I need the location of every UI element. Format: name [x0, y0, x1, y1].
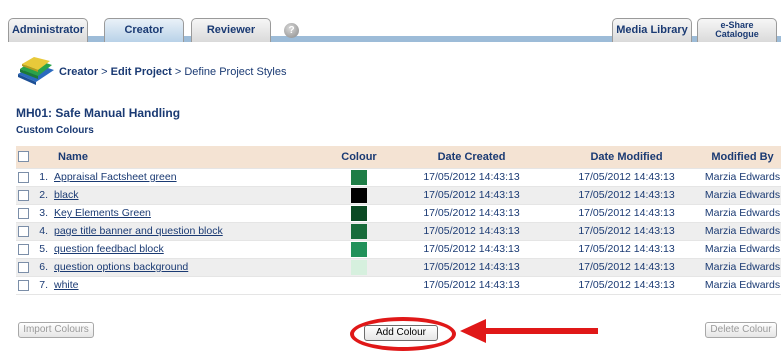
- breadcrumb-sep: >: [98, 66, 111, 78]
- row-number: 3.: [36, 203, 54, 222]
- date-created: 17/05/2012 14:43:13: [394, 185, 549, 204]
- annotation-arrow-line: [483, 328, 598, 334]
- date-created: 17/05/2012 14:43:13: [394, 221, 549, 240]
- modified-by: Marzia Edwards: [704, 275, 781, 295]
- table-row: 2. black 17/05/2012 14:43:13 17/05/2012 …: [16, 185, 781, 204]
- header-colour[interactable]: Colour: [324, 146, 394, 168]
- section-title: Custom Colours: [16, 125, 94, 136]
- colour-name-link[interactable]: page title banner and question block: [54, 225, 223, 237]
- table-row: 6. question options background 17/05/201…: [16, 257, 781, 276]
- custom-colours-table: Name Colour Date Created Date Modified M…: [16, 146, 781, 295]
- row-number: 2.: [36, 185, 54, 204]
- header-date-modified[interactable]: Date Modified: [549, 146, 704, 168]
- row-number: 5.: [36, 239, 54, 258]
- breadcrumb: Creator > Edit Project > Define Project …: [59, 66, 286, 78]
- header-name[interactable]: Name: [36, 146, 324, 168]
- select-all-checkbox[interactable]: [18, 151, 29, 163]
- row-checkbox[interactable]: [18, 171, 29, 183]
- colour-name-link[interactable]: black: [54, 189, 79, 201]
- date-created: 17/05/2012 14:43:13: [394, 167, 549, 186]
- breadcrumb-edit-project[interactable]: Edit Project: [111, 66, 172, 78]
- row-number: 1.: [36, 167, 54, 186]
- row-checkbox[interactable]: [18, 225, 29, 237]
- tab-media-library[interactable]: Media Library: [612, 18, 692, 42]
- modified-by: Marzia Edwards: [704, 257, 781, 276]
- colour-swatch: [351, 223, 367, 239]
- date-modified: 17/05/2012 14:43:13: [549, 203, 704, 222]
- header-modified-by[interactable]: Modified By: [704, 146, 781, 168]
- colour-name-link[interactable]: question options background: [54, 261, 188, 273]
- import-colours-button[interactable]: Import Colours: [18, 322, 94, 338]
- colour-swatch: [351, 241, 367, 257]
- table-row: 4. page title banner and question block …: [16, 221, 781, 240]
- modified-by: Marzia Edwards: [704, 221, 781, 240]
- header-date-created[interactable]: Date Created: [394, 146, 549, 168]
- delete-colour-button[interactable]: Delete Colour: [705, 322, 777, 338]
- breadcrumb-current: Define Project Styles: [184, 66, 287, 78]
- colour-swatch: [351, 205, 367, 221]
- colour-name-link[interactable]: Appraisal Factsheet green: [54, 171, 177, 183]
- tab-creator[interactable]: Creator: [104, 18, 184, 42]
- date-modified: 17/05/2012 14:43:13: [549, 221, 704, 240]
- tab-reviewer[interactable]: Reviewer: [191, 18, 271, 42]
- table-row: 3. Key Elements Green 17/05/2012 14:43:1…: [16, 203, 781, 222]
- table-row: 5. question feedbacl block 17/05/2012 14…: [16, 239, 781, 258]
- row-checkbox[interactable]: [18, 261, 29, 273]
- date-created: 17/05/2012 14:43:13: [394, 275, 549, 295]
- date-modified: 17/05/2012 14:43:13: [549, 257, 704, 276]
- annotation-circle: [350, 317, 456, 351]
- date-modified: 17/05/2012 14:43:13: [549, 275, 704, 295]
- table-row: 7. white 17/05/2012 14:43:13 17/05/2012 …: [16, 275, 781, 295]
- modified-by: Marzia Edwards: [704, 203, 781, 222]
- breadcrumb-creator[interactable]: Creator: [59, 66, 98, 78]
- row-checkbox[interactable]: [18, 189, 29, 201]
- date-modified: 17/05/2012 14:43:13: [549, 185, 704, 204]
- row-number: 6.: [36, 257, 54, 276]
- tab-eshare-catalogue[interactable]: e-Share Catalogue: [697, 18, 777, 42]
- table-row: 1. Appraisal Factsheet green 17/05/2012 …: [16, 167, 781, 186]
- colour-swatch: [351, 187, 367, 203]
- books-icon: [18, 57, 54, 85]
- row-checkbox[interactable]: [18, 243, 29, 255]
- tab-bar: Administrator Creator Reviewer ? Media L…: [8, 12, 781, 42]
- eshare-label-line2: Catalogue: [715, 29, 759, 39]
- table-header-row: Name Colour Date Created Date Modified M…: [16, 146, 781, 168]
- modified-by: Marzia Edwards: [704, 167, 781, 186]
- row-checkbox[interactable]: [18, 279, 29, 291]
- colour-swatch: [351, 169, 367, 185]
- date-created: 17/05/2012 14:43:13: [394, 257, 549, 276]
- project-title: MH01: Safe Manual Handling: [16, 106, 181, 120]
- breadcrumb-sep: >: [171, 66, 185, 78]
- date-modified: 17/05/2012 14:43:13: [549, 239, 704, 258]
- colour-swatch: [351, 259, 367, 275]
- row-checkbox[interactable]: [18, 207, 29, 219]
- modified-by: Marzia Edwards: [704, 239, 781, 258]
- modified-by: Marzia Edwards: [704, 185, 781, 204]
- help-icon[interactable]: ?: [284, 23, 299, 38]
- tab-administrator[interactable]: Administrator: [8, 18, 88, 42]
- date-modified: 17/05/2012 14:43:13: [549, 167, 704, 186]
- row-number: 7.: [36, 275, 54, 295]
- colour-swatch: [351, 277, 367, 293]
- row-number: 4.: [36, 221, 54, 240]
- colour-name-link[interactable]: question feedbacl block: [54, 243, 164, 255]
- date-created: 17/05/2012 14:43:13: [394, 239, 549, 258]
- colour-name-link[interactable]: Key Elements Green: [54, 207, 151, 219]
- date-created: 17/05/2012 14:43:13: [394, 203, 549, 222]
- colour-name-link[interactable]: white: [54, 279, 79, 291]
